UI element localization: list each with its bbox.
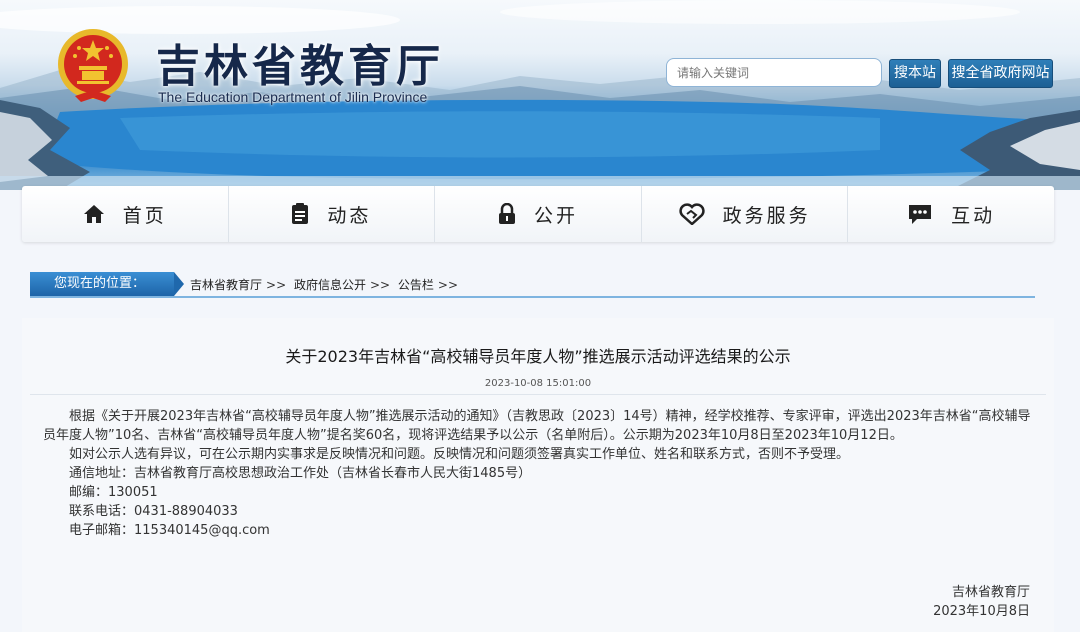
main-nav: 首页 动态 公开 政务服务 互动 <box>22 186 1054 242</box>
nav-item-label: 政务服务 <box>722 204 811 227</box>
contact-address: 通信地址：吉林省教育厅高校思想政治工作处（吉林省长春市人民大街1485号） <box>69 466 532 481</box>
article-paragraph: 如对公示人选有异议，可在公示期内实事求是反映情况和问题。反映情况和问题须签署真实… <box>69 447 850 462</box>
article-paragraph: 根据《关于开展2023年吉林省“高校辅导员年度人物”推选展示活动的通知》（吉教思… <box>43 409 1031 443</box>
document-icon <box>292 203 309 224</box>
header-banner: 吉林省教育厅 The Education Department of Jilin… <box>0 0 1080 190</box>
breadcrumb-link-bulletin[interactable]: 公告栏 <box>398 278 434 292</box>
signature-date: 2023年10月8日 <box>933 604 1030 619</box>
nav-item-home[interactable]: 首页 <box>22 186 229 242</box>
breadcrumb-link-disclosure[interactable]: 政府信息公开 <box>294 278 366 292</box>
nav-item-label: 首页 <box>122 204 167 227</box>
nav-item-label: 动态 <box>327 204 372 227</box>
nav-item-label: 公开 <box>533 204 578 227</box>
breadcrumb: 您现在的位置： 吉林省教育厅 >> 政府信息公开 >> 公告栏 >> <box>30 272 1035 298</box>
nav-item-services[interactable]: 政务服务 <box>642 186 849 242</box>
article-title: 关于2023年吉林省“高校辅导员年度人物”推选展示活动评选结果的公示 <box>285 347 791 366</box>
article-date: 2023-10-08 15:01:00 <box>484 378 592 389</box>
breadcrumb-label: 您现在的位置： <box>30 272 184 296</box>
nav-item-news[interactable]: 动态 <box>229 186 436 242</box>
contact-phone: 联系电话：0431-88904033 <box>69 504 238 519</box>
signature-org: 吉林省教育厅 <box>951 585 1030 600</box>
article-divider <box>30 394 1046 395</box>
search-site-button[interactable]: 搜本站 <box>889 59 941 88</box>
handshake-icon <box>678 203 705 225</box>
breadcrumb-separator: >> <box>266 278 287 292</box>
breadcrumb-trail: 吉林省教育厅 >> 政府信息公开 >> 公告栏 >> <box>190 276 462 293</box>
nav-item-disclosure[interactable]: 公开 <box>435 186 642 242</box>
article: 关于2023年吉林省“高校辅导员年度人物”推选展示活动评选结果的公示 2023-… <box>22 318 1054 632</box>
site-subtitle: The Education Department of Jilin Provin… <box>158 89 428 105</box>
article-body: 根据《关于开展2023年吉林省“高校辅导员年度人物”推选展示活动的通知》（吉教思… <box>43 407 1033 540</box>
breadcrumb-separator: >> <box>437 278 459 292</box>
search-gov-sites-button[interactable]: 搜全省政府网站 <box>948 59 1053 88</box>
breadcrumb-link-home[interactable]: 吉林省教育厅 <box>190 278 262 292</box>
contact-email: 电子邮箱：115340145@qq.com <box>69 523 270 538</box>
breadcrumb-separator: >> <box>369 278 391 292</box>
search-input[interactable] <box>666 58 882 87</box>
lock-icon <box>498 203 515 224</box>
national-emblem-icon <box>58 29 128 102</box>
contact-postcode: 邮编：130051 <box>69 485 158 500</box>
site-title: 吉林省教育厅 <box>156 41 444 92</box>
chat-icon <box>909 205 932 224</box>
article-signature: 吉林省教育厅 2023年10月8日 <box>933 583 1030 621</box>
home-icon <box>83 205 104 223</box>
nav-item-label: 互动 <box>951 204 996 227</box>
nav-item-interaction[interactable]: 互动 <box>848 186 1054 242</box>
